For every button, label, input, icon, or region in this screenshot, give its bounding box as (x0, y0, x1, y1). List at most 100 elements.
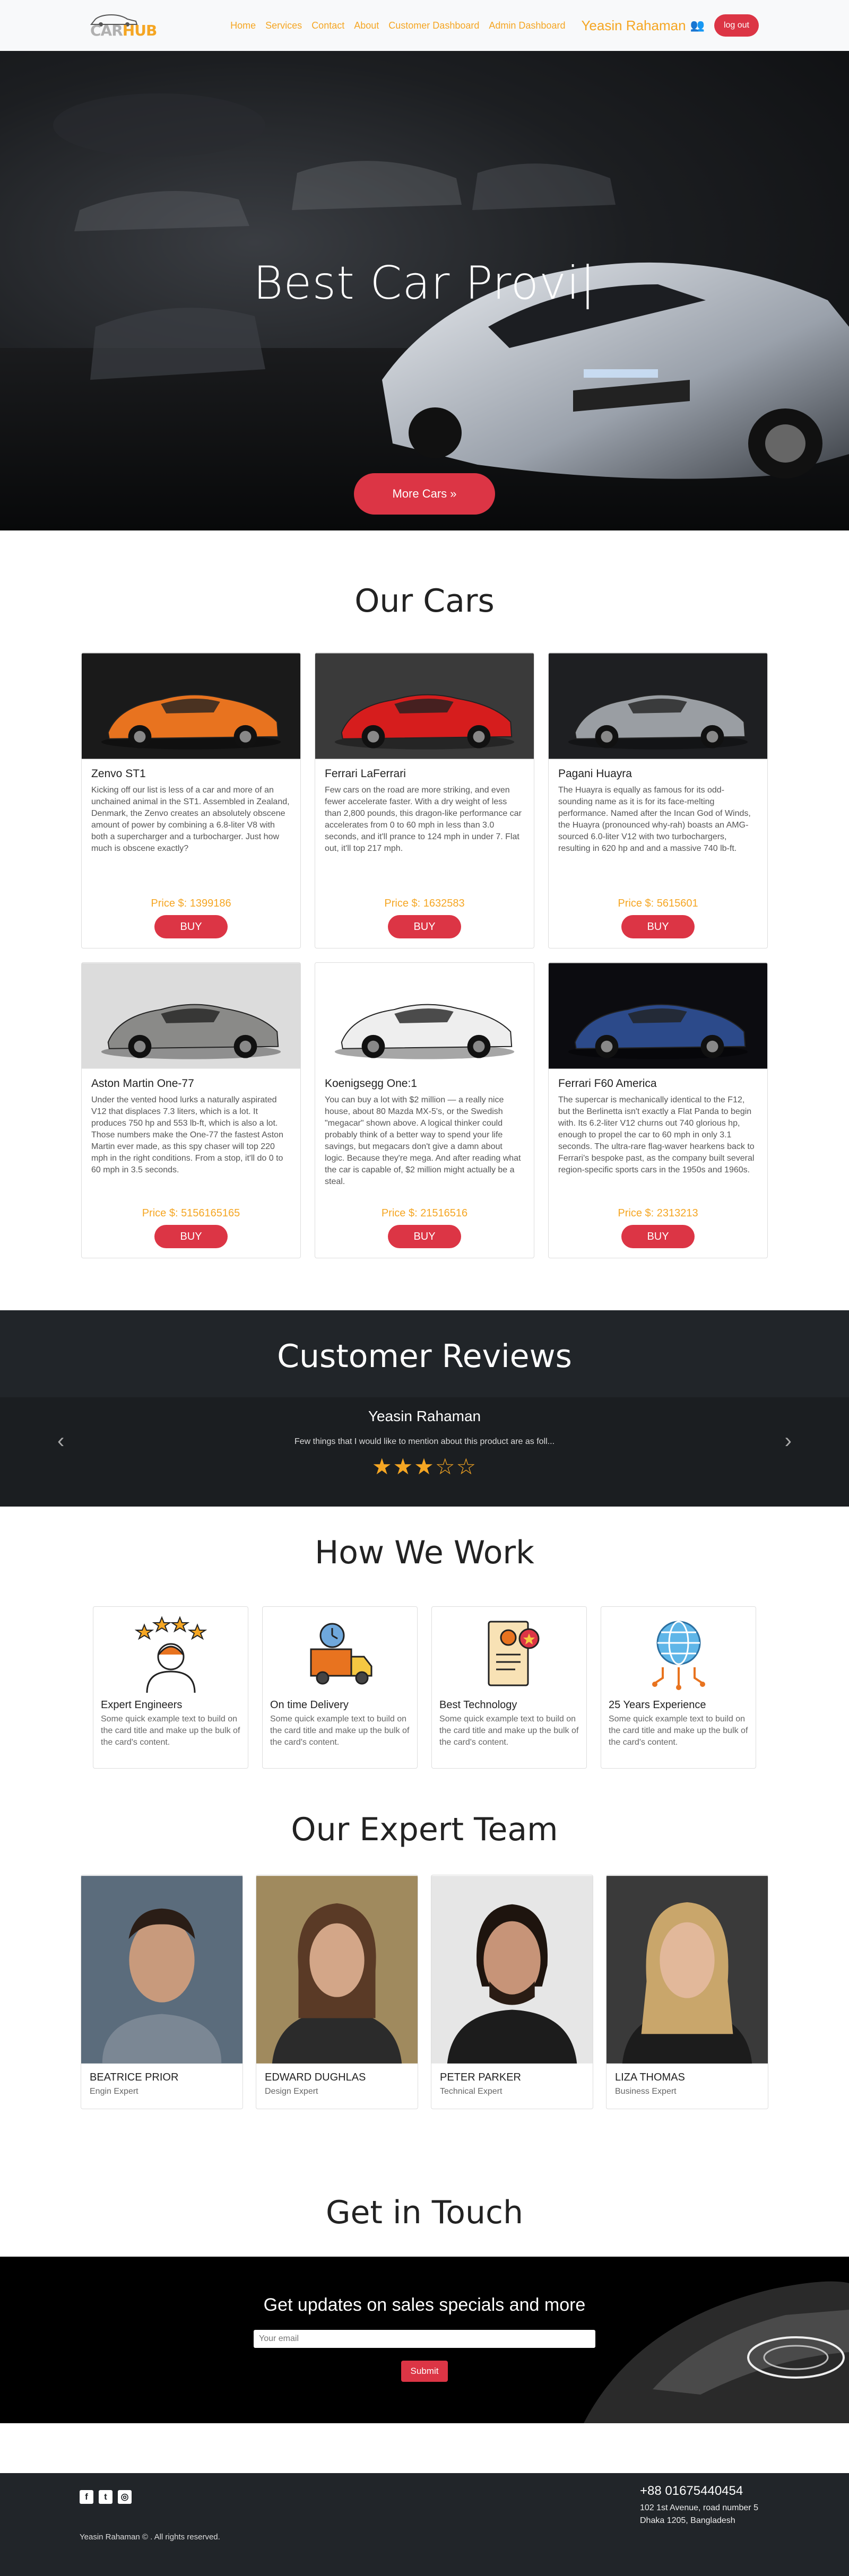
copyright: Yeasin Rahaman © . All rights reserved. (80, 2533, 220, 2542)
social-links: f t ◎ (80, 2490, 132, 2504)
car-image (549, 653, 767, 759)
footer-contact: +88 01675440454 102 1st Avenue, road num… (640, 2484, 758, 2527)
car-price: Price $: 1399186 (151, 898, 231, 909)
team-section: Our Expert Team BEATRICE PRIOR Engin Exp… (0, 1800, 849, 2152)
car-card: Ferrari F60 America The supercar is mech… (548, 962, 768, 1258)
car-name: Zenvo ST1 (91, 768, 146, 780)
team-photo (81, 1875, 242, 2064)
team-photo (431, 1875, 593, 2064)
car-description: Few cars on the road are more striking, … (325, 786, 522, 853)
car-image (82, 963, 300, 1069)
buy-button[interactable]: BUY (621, 915, 695, 938)
work-text: Some quick example text to build on the … (609, 1715, 748, 1747)
team-name: PETER PARKER (440, 2072, 521, 2083)
car-price: Price $: 2313213 (618, 1207, 698, 1219)
facebook-icon[interactable]: f (80, 2490, 93, 2504)
review-author: Yeasin Rahaman (368, 1408, 481, 1424)
hero-title: Best Car Provi| (253, 257, 596, 310)
car-name: Aston Martin One-77 (91, 1077, 194, 1090)
work-title: Best Technology (439, 1699, 517, 1711)
car-card: Pagani Huayra The Huayra is equally as f… (548, 652, 768, 948)
team-name: BEATRICE PRIOR (90, 2072, 179, 2083)
car-description: You can buy a lot with $2 million — a re… (325, 1095, 521, 1186)
twitter-icon[interactable]: t (99, 2490, 112, 2504)
car-name: Pagani Huayra (558, 768, 632, 780)
car-grid: Zenvo ST1 Kicking off our list is less o… (0, 652, 849, 1310)
car-name: Ferrari F60 America (558, 1077, 657, 1090)
buy-button[interactable]: BUY (621, 1225, 695, 1248)
cars-section: Our Cars Zenvo ST1 Kicking off our list … (0, 530, 849, 1310)
car-price: Price $: 21516516 (381, 1207, 468, 1219)
nav-link-about[interactable]: About (354, 20, 379, 31)
team-photo (607, 1875, 768, 2064)
team-photo (256, 1875, 418, 2064)
work-card: On time Delivery Some quick example text… (262, 1606, 418, 1769)
nav-user: Yeasin Rahaman 👥 (581, 18, 704, 34)
car-card: Ferrari LaFerrari Few cars on the road a… (315, 652, 534, 948)
newsletter-heading: Get updates on sales specials and more (263, 2295, 586, 2315)
car-name: Koenigsegg One:1 (325, 1077, 417, 1090)
users-icon: 👥 (690, 19, 705, 32)
nav-links: Home Services Contact About Customer Das… (230, 14, 759, 37)
work-card: Best Technology Some quick example text … (431, 1606, 587, 1769)
contact-section: Get in Touch Get updates on sales specia… (0, 2152, 849, 2423)
work-title: 25 Years Experience (609, 1699, 706, 1711)
footer-address-line-1: 102 1st Avenue, road number 5 (640, 2503, 758, 2512)
team-role: Engin Expert (90, 2087, 138, 2096)
work-grid: Expert Engineers Some quick example text… (0, 1606, 849, 1769)
hero-banner: Best Car Provi| More Cars » (0, 51, 849, 530)
review-rating: ★★★☆☆ (371, 1454, 478, 1479)
buy-button[interactable]: BUY (154, 1225, 228, 1248)
newsletter-band: Get updates on sales specials and more S… (0, 2257, 849, 2423)
delivery-truck-icon (270, 1614, 410, 1694)
car-card: Koenigsegg One:1 You can buy a lot with … (315, 962, 534, 1258)
review-carousel: Yeasin Rahaman Few things that I would l… (0, 1397, 849, 1507)
nav-link-customer-dashboard[interactable]: Customer Dashboard (388, 20, 479, 31)
work-text: Some quick example text to build on the … (270, 1715, 410, 1747)
car-price: Price $: 5615601 (618, 898, 698, 909)
car-description: The supercar is mechanically identical t… (558, 1095, 755, 1174)
team-card: BEATRICE PRIOR Engin Expert (81, 1875, 243, 2109)
team-name: LIZA THOMAS (615, 2072, 685, 2083)
team-card: PETER PARKER Technical Expert (431, 1875, 593, 2109)
team-role: Design Expert (265, 2087, 318, 2096)
footer: f t ◎ Yeasin Rahaman © . All rights rese… (0, 2473, 849, 2576)
logout-button[interactable]: log out (714, 14, 759, 37)
nav-link-home[interactable]: Home (230, 20, 256, 31)
logo[interactable]: CARHUB (90, 13, 157, 38)
carousel-next-icon[interactable]: › (785, 1429, 792, 1453)
nav-link-services[interactable]: Services (265, 20, 302, 31)
nav-user-name: Yeasin Rahaman (581, 17, 686, 33)
footer-phone: +88 01675440454 (640, 2484, 743, 2498)
footer-address-line-2: Dhaka 1205, Bangladesh (640, 2516, 735, 2525)
car-price: Price $: 5156165165 (142, 1207, 240, 1219)
car-image (549, 963, 767, 1069)
work-card: 25 Years Experience Some quick example t… (601, 1606, 756, 1769)
buy-button[interactable]: BUY (388, 915, 461, 938)
work-title: Expert Engineers (101, 1699, 183, 1711)
team-grid: BEATRICE PRIOR Engin Expert EDWARD DUGHL… (0, 1875, 849, 2109)
nav-link-contact[interactable]: Contact (311, 20, 344, 31)
submit-button[interactable]: Submit (401, 2361, 448, 2382)
work-text: Some quick example text to build on the … (101, 1715, 240, 1747)
logo-text: CARHUB (90, 22, 157, 39)
work-text: Some quick example text to build on the … (439, 1715, 579, 1747)
team-name: EDWARD DUGHLAS (265, 2072, 366, 2083)
work-card: Expert Engineers Some quick example text… (93, 1606, 248, 1769)
instagram-icon[interactable]: ◎ (118, 2490, 132, 2504)
certificate-icon (439, 1614, 579, 1694)
team-card: EDWARD DUGHLAS Design Expert (256, 1875, 418, 2109)
carousel-prev-icon[interactable]: ‹ (57, 1429, 64, 1453)
navbar: CARHUB Home Services Contact About Custo… (0, 0, 849, 51)
nav-link-admin-dashboard[interactable]: Admin Dashboard (489, 20, 565, 31)
buy-button[interactable]: BUY (388, 1225, 461, 1248)
car-card: Zenvo ST1 Kicking off our list is less o… (81, 652, 301, 948)
more-cars-button[interactable]: More Cars » (354, 473, 495, 515)
car-description: Kicking off our list is less of a car an… (91, 786, 290, 853)
email-field[interactable] (254, 2330, 595, 2348)
buy-button[interactable]: BUY (154, 915, 228, 938)
contact-section-title: Get in Touch (326, 2194, 523, 2231)
review-text: Few things that I would like to mention … (294, 1437, 555, 1446)
work-section-title: How We Work (315, 1534, 534, 1571)
globe-network-icon (609, 1614, 748, 1694)
